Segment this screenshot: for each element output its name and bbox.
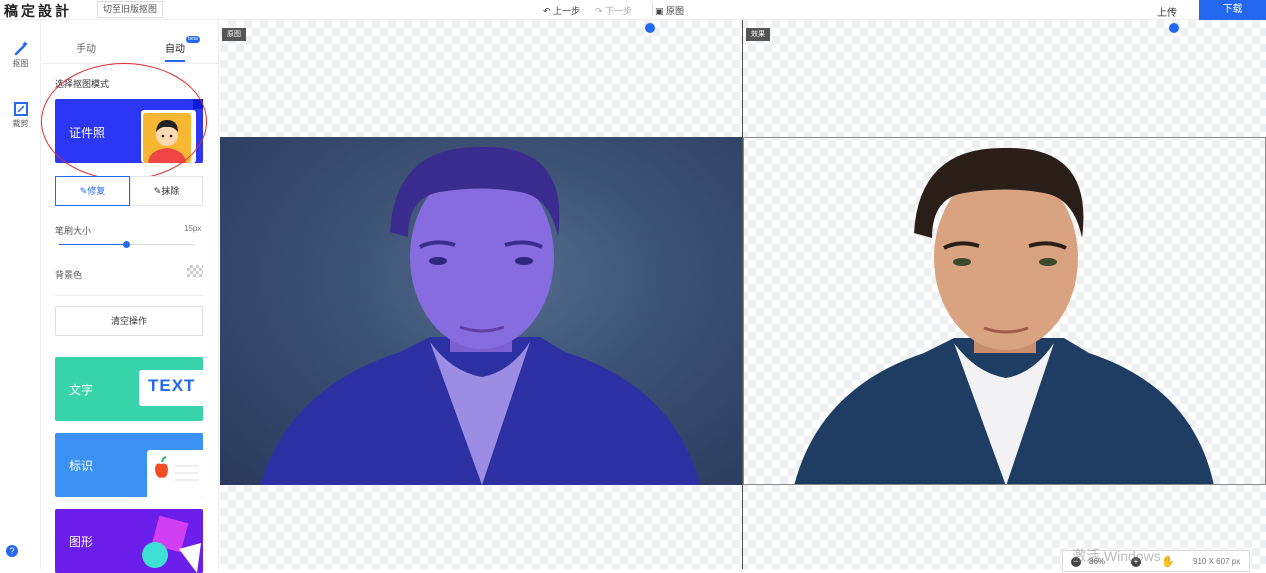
beta-badge: beta	[186, 36, 200, 43]
magic-wand-icon	[14, 41, 28, 56]
rail-item-crop[interactable]: 裁剪	[0, 102, 41, 129]
portrait-cutout-image	[794, 147, 1214, 484]
image-icon: ▣	[655, 6, 667, 16]
switch-old-version-button[interactable]: 切至旧版抠图	[97, 1, 164, 18]
windows-activation-watermark: 激活 Windows	[1072, 548, 1161, 564]
undo-label: 上一步	[553, 6, 581, 16]
tab-auto[interactable]: 自动	[165, 40, 185, 55]
editing-canvas[interactable]: 原图 效果 − 86% + ✋ 910 X 607 px 激活 Windows	[220, 20, 1266, 572]
original-image-button[interactable]: ▣ 原图	[655, 4, 684, 17]
hand-tool-icon[interactable]: ✋	[1161, 555, 1175, 568]
background-color-swatch[interactable]	[187, 265, 203, 277]
text-sample: TEXT	[148, 376, 196, 395]
compare-handle-left[interactable]	[645, 23, 655, 33]
result-pane-tag: 效果	[746, 28, 770, 41]
download-button[interactable]: 下载	[1199, 0, 1266, 20]
tab-manual[interactable]: 手动	[76, 40, 96, 55]
cutout-panel: 手动 自动 beta 选择抠图模式 证件照 ✎修复 ✎抹除 笔刷大小 15px …	[41, 20, 219, 573]
rail-item-cutout[interactable]: 抠图	[0, 40, 41, 69]
repair-brush-button[interactable]: ✎修复	[55, 176, 130, 206]
card-label: 文字	[69, 383, 94, 397]
repair-label: 修复	[87, 186, 106, 196]
redo-icon: ↷	[595, 6, 606, 16]
highlight-annotation-circle	[41, 63, 207, 180]
portrait-original-image	[220, 137, 742, 485]
result-photo	[743, 137, 1266, 485]
app-logo[interactable]: 稿定設計	[4, 1, 72, 21]
shape-template-card[interactable]: 图形	[55, 509, 203, 573]
shapes-icon	[142, 515, 201, 573]
left-rail: 抠图 裁剪 ?	[0, 20, 41, 569]
logo-sample-tile	[147, 450, 203, 497]
toolbar-divider	[652, 3, 653, 16]
card-label: 标识	[69, 459, 94, 473]
logo-template-card[interactable]: 标识	[55, 433, 203, 497]
brush-size-label: 笔刷大小	[55, 226, 92, 236]
undo-button[interactable]: ↶ 上一步	[543, 4, 580, 17]
top-bar: 稿定設計 切至旧版抠图 ↶ 上一步 ↷ 下一步 ▣ 原图 上传 下载	[0, 0, 1266, 20]
crop-icon	[13, 102, 28, 116]
compare-handle-right[interactable]	[1169, 23, 1179, 33]
mode-tabs: 手动 自动 beta	[41, 20, 219, 64]
background-color-label: 背景色	[55, 270, 83, 280]
original-photo	[220, 137, 742, 485]
text-sample-tile: TEXT	[139, 370, 203, 406]
image-dimensions: 910 X 607 px	[1193, 557, 1241, 566]
brush-size-value: 15px	[184, 224, 202, 233]
erase-label: 抹除	[161, 186, 180, 196]
text-template-card[interactable]: 文字 TEXT	[55, 357, 203, 421]
redo-button[interactable]: ↷ 下一步	[595, 4, 632, 17]
active-tab-indicator	[165, 60, 185, 62]
help-icon[interactable]: ?	[6, 545, 18, 557]
rail-item-label: 抠图	[12, 59, 29, 68]
panel-divider	[55, 295, 203, 296]
clear-operations-button[interactable]: 清空操作	[55, 306, 203, 336]
brush-size-slider-fill	[59, 244, 127, 245]
apple-logo-icon	[155, 456, 199, 481]
redo-label: 下一步	[605, 6, 633, 16]
original-label: 原图	[666, 6, 685, 16]
rail-item-label: 裁剪	[12, 119, 29, 128]
upload-button[interactable]: 上传	[1157, 4, 1177, 19]
erase-brush-button[interactable]: ✎抹除	[130, 176, 203, 206]
original-pane-tag: 原图	[222, 28, 246, 41]
compare-divider	[742, 20, 743, 569]
card-label: 图形	[69, 535, 94, 549]
brush-size-slider-handle[interactable]	[122, 241, 130, 248]
undo-icon: ↶	[543, 6, 554, 16]
